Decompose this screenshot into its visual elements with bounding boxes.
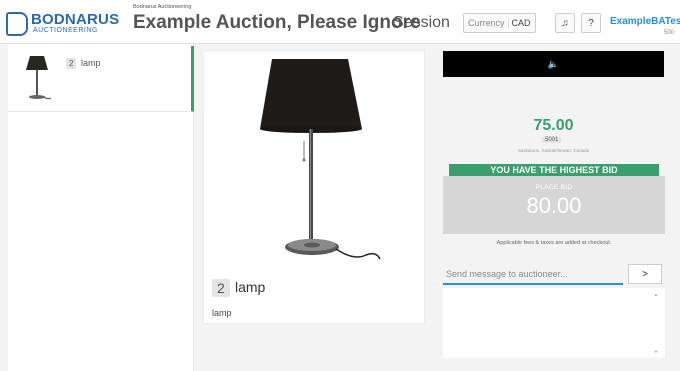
current-bid: 75.00 (533, 117, 574, 134)
sidebar-lot-number: 2 (66, 58, 77, 69)
lot-card: 2 lamp lamp (203, 50, 425, 324)
sidebar-lot-name: lamp (81, 58, 101, 68)
music-note-icon: ♫ (561, 17, 569, 29)
lamp-image (260, 59, 381, 260)
help-button[interactable]: ? (581, 13, 601, 33)
place-bid-button[interactable]: PLACE BID 80.00 (443, 176, 665, 234)
lot-number-badge: 2 (212, 279, 230, 297)
chat-message-input[interactable] (443, 265, 623, 285)
logo-text: BODNARUS (31, 11, 120, 28)
send-arrow-icon: > (642, 268, 648, 280)
paddle-number: 5001 (542, 137, 562, 143)
highest-bid-banner: YOU HAVE THE HIGHEST BID (449, 164, 659, 176)
logo-subtext: AUCTIONEERING (33, 27, 98, 34)
sidebar-item-lot[interactable]: 2 lamp (8, 46, 194, 112)
lamp-thumbnail (26, 56, 52, 100)
logo[interactable]: BODNARUS AUCTIONEERING (6, 8, 122, 38)
sound-button[interactable]: ♫ (555, 13, 575, 33)
place-bid-label: PLACE BID (535, 184, 573, 191)
place-bid-amount: 80.00 (526, 193, 582, 218)
logo-mark-icon (6, 12, 28, 36)
video-player[interactable]: 🔈 (443, 51, 664, 77)
username-link[interactable]: ExampleBATest (610, 16, 680, 27)
fees-note: Applicable fees & taxes are added at che… (496, 240, 612, 246)
send-message-button[interactable]: > (628, 264, 662, 284)
scroll-down-icon[interactable]: ▼ (654, 349, 658, 354)
chat-scrollbar[interactable]: ▲ ▼ (654, 292, 658, 354)
chat-log (443, 288, 665, 358)
auction-title: Example Auction, Please Ignore (133, 12, 421, 33)
user-id: 500 (664, 30, 675, 36)
lot-sidebar: 2 lamp (8, 44, 194, 371)
lot-description: lamp (212, 308, 232, 318)
currency-value: CAD (507, 18, 531, 28)
bidder-location: Saskatoon, Saskatchewan, Canada (517, 148, 590, 153)
currency-selector[interactable]: Currency CAD (463, 13, 536, 33)
currency-label: Currency (468, 18, 505, 28)
speaker-icon[interactable]: 🔈 (548, 59, 559, 70)
header: BODNARUS AUCTIONEERING Bodnarus Auctione… (0, 0, 680, 44)
auction-house-label: Bodnarus Auctioneering (133, 4, 192, 10)
lot-name: lamp (235, 279, 266, 295)
scroll-up-icon[interactable]: ▲ (654, 292, 658, 297)
session-label: Session (393, 14, 450, 31)
help-icon: ? (588, 17, 594, 29)
